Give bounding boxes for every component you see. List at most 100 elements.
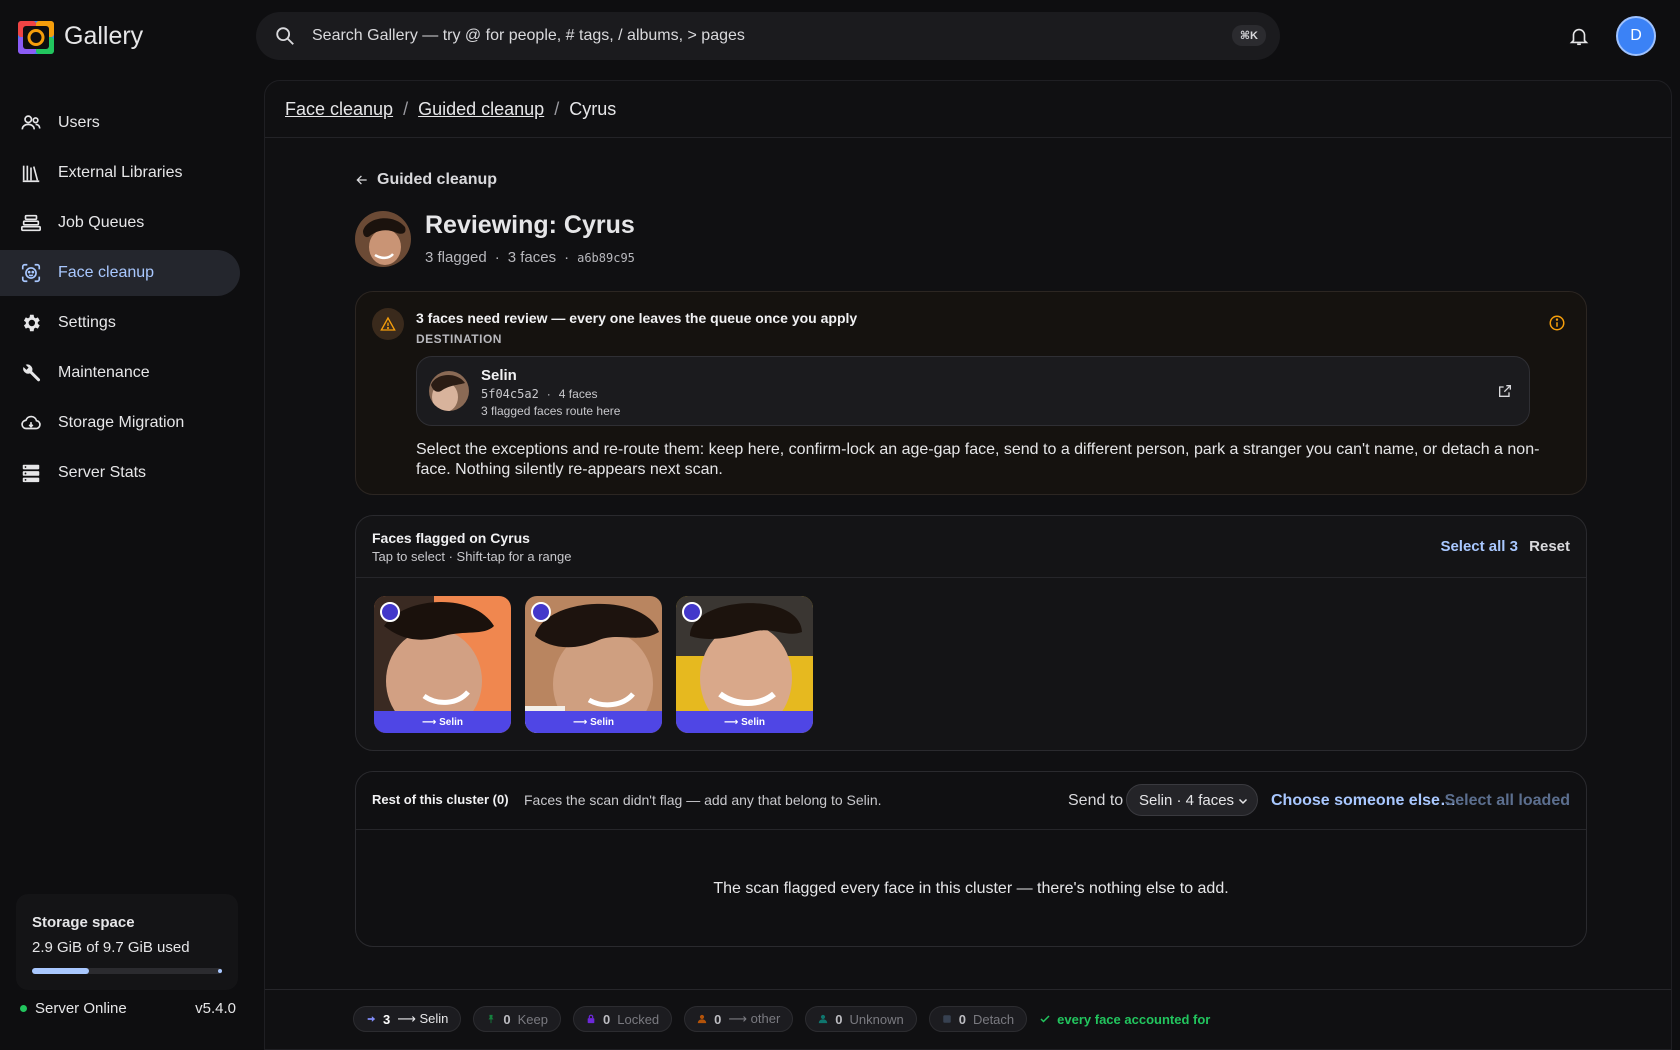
sidebar-item-users[interactable]: Users: [0, 100, 240, 146]
rest-of-cluster-title: Rest of this cluster (0): [372, 792, 509, 807]
chip-label: Detach: [972, 1011, 1015, 1027]
chip-count: 0: [714, 1011, 722, 1027]
rest-of-cluster-panel: Rest of this cluster (0) Faces the scan …: [355, 771, 1587, 947]
chip-other[interactable]: 0 ⟶ other: [684, 1006, 794, 1032]
chip-count: 0: [603, 1011, 611, 1027]
detach-icon: [942, 1015, 951, 1023]
flagged-faces-subtitle: Tap to select · Shift-tap for a range: [372, 549, 572, 564]
chip-count: 0: [958, 1011, 966, 1027]
sidebar-item-server-stats[interactable]: Server Stats: [0, 450, 240, 496]
app-name: Gallery: [64, 21, 144, 50]
destination-card[interactable]: Selin 5f04c5a2 · 4 faces 3 flagged faces…: [416, 356, 1530, 426]
chip-keep[interactable]: 0 Keep: [473, 1006, 561, 1032]
storage-usage-bar: [32, 968, 222, 974]
storage-bar-end-dot: [218, 969, 222, 973]
route-arrow-icon: [682, 602, 702, 622]
sidebar-item-label: Users: [58, 114, 100, 131]
review-warning-panel: 3 faces need review — every one leaves t…: [355, 291, 1587, 495]
send-to-label: Send to: [1068, 792, 1124, 809]
chip-count: 0: [835, 1011, 843, 1027]
main-panel: Face cleanup / Guided cleanup / Cyrus Gu…: [264, 80, 1672, 1050]
global-search[interactable]: ⌘K: [256, 12, 1280, 60]
admin-sidebar: Users External Libraries Job Queues Face…: [0, 100, 250, 500]
back-link-label: Guided cleanup: [377, 171, 498, 188]
chip-locked[interactable]: 0 Locked: [573, 1006, 673, 1032]
chip-unknown[interactable]: 0 Unknown: [805, 1006, 917, 1032]
flagged-faces-header: Faces flagged on Cyrus Tap to select · S…: [356, 516, 1586, 578]
library-icon: [22, 165, 40, 183]
warning-title: 3 faces need review — every one leaves t…: [416, 310, 858, 326]
flagged-face-grid: ⟶ Selin ⟶ Selin ⟶ Selin: [374, 596, 813, 733]
warning-description: Select the exceptions and re-route them:…: [416, 441, 1540, 478]
lock-icon: [587, 1014, 595, 1024]
notifications-bell-icon[interactable]: [1568, 24, 1590, 53]
storage-usage-fill: [32, 968, 89, 974]
face-route-label: ⟶ Selin: [374, 711, 511, 733]
flagged-count: 3 flagged: [425, 249, 487, 266]
breadcrumb-face-cleanup[interactable]: Face cleanup: [285, 99, 393, 120]
breadcrumb: Face cleanup / Guided cleanup / Cyrus: [265, 81, 1671, 138]
arrow-right-icon: [367, 1016, 376, 1022]
search-shortcut-badge: ⌘K: [1231, 25, 1266, 46]
search-input[interactable]: [312, 12, 1212, 60]
breadcrumb-current: Cyrus: [569, 98, 617, 119]
face-scan-icon: [21, 263, 41, 283]
review-meta: 3 flagged · 3 faces · a6b89c95: [425, 249, 635, 266]
destination-name: Selin: [481, 367, 517, 384]
sidebar-item-settings[interactable]: Settings: [0, 300, 240, 346]
face-thumbnail[interactable]: ⟶ Selin: [374, 596, 511, 733]
breadcrumb-separator: /: [403, 98, 409, 119]
gallery-logo-icon: [16, 16, 56, 56]
sidebar-item-job-queues[interactable]: Job Queues: [0, 200, 240, 246]
sidebar-item-storage-migration[interactable]: Storage Migration: [0, 400, 240, 446]
open-external-icon[interactable]: [1497, 383, 1513, 404]
sidebar-item-external-libraries[interactable]: External Libraries: [0, 150, 240, 196]
route-summary-chips: 3 ⟶ Selin 0 Keep 0 Locked 0 ⟶ other 0 Un…: [353, 1006, 1210, 1032]
chip-label: Keep: [517, 1011, 548, 1027]
sidebar-item-label: Face cleanup: [58, 264, 155, 281]
server-icon: [22, 464, 40, 483]
destination-meta: 5f04c5a2 · 4 faces: [481, 387, 598, 401]
app-logo[interactable]: Gallery: [16, 16, 143, 56]
queue-icon: [21, 214, 41, 232]
page-title: Reviewing: Cyrus: [425, 211, 635, 239]
breadcrumb-separator: /: [554, 98, 560, 119]
gear-icon: [23, 314, 40, 332]
face-thumbnail[interactable]: ⟶ Selin: [676, 596, 813, 733]
breadcrumb-guided-cleanup[interactable]: Guided cleanup: [418, 99, 544, 120]
sidebar-item-label: Server Stats: [58, 464, 147, 481]
face-count: 3 faces: [507, 249, 557, 266]
sidebar-item-label: Settings: [58, 314, 116, 331]
face-route-label: ⟶ Selin: [525, 711, 662, 733]
server-status-text: Server Online: [35, 1000, 127, 1017]
meta-separator: ·: [546, 387, 551, 401]
destination-id: 5f04c5a2: [481, 387, 539, 401]
reset-button[interactable]: Reset: [1529, 538, 1570, 555]
meta-separator: ·: [564, 249, 570, 266]
sidebar-item-label: External Libraries: [58, 164, 183, 181]
face-thumbnail[interactable]: ⟶ Selin: [525, 596, 662, 733]
back-link[interactable]: Guided cleanup: [355, 171, 497, 189]
choose-someone-else-button[interactable]: Choose someone else…: [1271, 792, 1456, 810]
accounted-status: every face accounted for: [1039, 1012, 1210, 1027]
info-icon[interactable]: [1548, 314, 1566, 337]
chip-route-selin[interactable]: 3 ⟶ Selin: [353, 1006, 462, 1032]
cloud-icon: [21, 415, 41, 430]
flagged-faces-panel: Faces flagged on Cyrus Tap to select · S…: [355, 515, 1587, 751]
person-icon: [697, 1014, 707, 1024]
user-avatar-button[interactable]: D: [1616, 16, 1656, 56]
chip-detach[interactable]: 0 Detach: [928, 1006, 1028, 1032]
select-all-button[interactable]: Select all 3: [1440, 538, 1518, 555]
route-arrow-icon: [531, 602, 551, 622]
wrench-icon: [23, 364, 41, 382]
send-to-select[interactable]: Selin · 4 faces: [1126, 784, 1258, 816]
sidebar-item-face-cleanup[interactable]: Face cleanup: [0, 250, 240, 296]
storage-title: Storage space: [32, 914, 135, 931]
sidebar-item-maintenance[interactable]: Maintenance: [0, 350, 240, 396]
chip-label: Unknown: [849, 1011, 904, 1027]
rest-of-cluster-subtitle: Faces the scan didn't flag — add any tha…: [524, 792, 882, 808]
arrow-left-icon: [356, 175, 367, 185]
select-all-loaded-button[interactable]: Select all loaded: [1445, 792, 1570, 810]
action-summary-bar: 3 ⟶ Selin 0 Keep 0 Locked 0 ⟶ other 0 Un…: [265, 989, 1671, 1049]
chip-label: Locked: [617, 1011, 660, 1027]
